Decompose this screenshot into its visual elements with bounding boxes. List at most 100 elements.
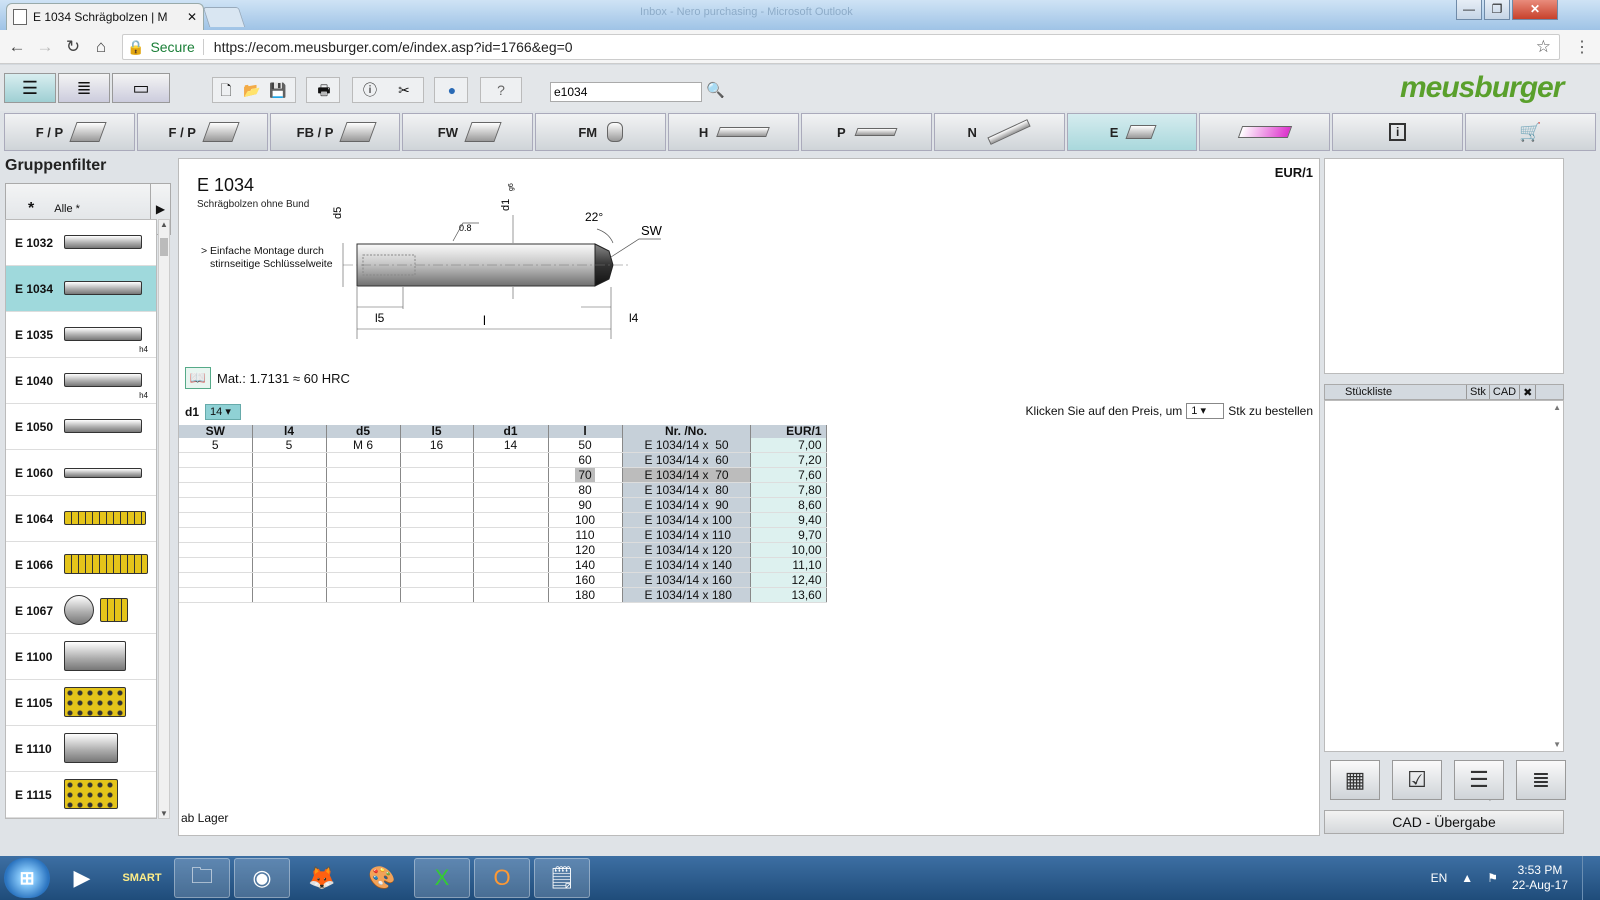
tab-h[interactable]: H (668, 113, 799, 151)
search-input[interactable] (550, 82, 702, 102)
back-icon[interactable]: ← (6, 37, 28, 57)
cell-price[interactable]: 7,60 (750, 467, 827, 484)
list-item[interactable]: E 1050 (6, 404, 156, 450)
language-indicator[interactable]: EN (1431, 871, 1448, 885)
tray-expand-icon[interactable]: ▲ (1461, 871, 1473, 885)
save-icon[interactable]: 💾 (266, 79, 290, 101)
restore-button[interactable]: ❐ (1484, 0, 1510, 20)
chrome-icon[interactable]: ◉ (234, 858, 290, 898)
excel-icon[interactable]: X (414, 858, 470, 898)
outlook-icon[interactable]: O (474, 858, 530, 898)
list-item-selected[interactable]: E 1034 (6, 266, 156, 312)
home-icon[interactable]: ⌂ (90, 37, 112, 57)
firefox-icon[interactable]: 🦊 (294, 858, 350, 898)
reload-icon[interactable]: ↻ (62, 37, 84, 57)
cell-price[interactable]: 7,20 (750, 452, 827, 469)
table-view-icon[interactable]: ▦ (1330, 760, 1380, 800)
paint-icon[interactable]: 🎨 (354, 858, 410, 898)
cell-nr: E 1034/14 x 120 (622, 542, 751, 559)
list-item[interactable]: E 1035 h4 (6, 312, 156, 358)
cell-l4 (252, 497, 327, 514)
help-icon[interactable]: ? (489, 79, 513, 101)
info-document-icon[interactable]: ⓘ (358, 79, 382, 101)
new-tab-button[interactable] (202, 7, 246, 27)
tools-icon[interactable]: ✂ (392, 79, 416, 101)
cell-price[interactable]: 11,10 (750, 557, 827, 574)
tab-info[interactable]: i (1332, 113, 1464, 151)
order-qty-select[interactable]: 1 ▾ (1186, 403, 1225, 419)
d1-select[interactable]: 14 ▾ (205, 404, 242, 420)
search-icon[interactable]: 🔍 (706, 81, 725, 99)
list-item[interactable]: E 1105 (6, 680, 156, 726)
sleeve-thumbnail-icon (64, 554, 148, 574)
tab-p[interactable]: P (800, 113, 932, 151)
list-item[interactable]: E 1032 (6, 220, 156, 266)
cell-price[interactable]: 8,60 (750, 497, 827, 514)
tab-fbp[interactable]: FB / P (269, 113, 401, 151)
list-item[interactable]: E 1040 h4 (6, 358, 156, 404)
tab-fp-1[interactable]: F / P (4, 113, 135, 151)
product-list-scrollbar[interactable]: ▲ ▼ (158, 219, 170, 819)
cell-price[interactable]: 9,40 (750, 512, 827, 529)
list-item[interactable]: E 1067 (6, 588, 156, 634)
tab-accessories[interactable] (1199, 113, 1331, 151)
media-player-icon[interactable]: ▶ (54, 858, 110, 898)
tab-e[interactable]: E (1066, 113, 1198, 151)
tab-fm[interactable]: FM (535, 113, 667, 151)
component-view-icon[interactable]: ▭ (112, 73, 170, 103)
show-desktop-button[interactable] (1582, 856, 1594, 900)
url-bar[interactable]: 🔒 Secure https://ecom.meusburger.com/e/i… (122, 34, 1560, 60)
tab-fw[interactable]: FW (402, 113, 534, 151)
scroll-down-icon[interactable]: ▼ (159, 809, 169, 818)
smart-app-icon[interactable]: SMART (114, 858, 170, 898)
scroll-up-icon[interactable]: ▲ (159, 220, 169, 229)
url-text: https://ecom.meusburger.com/e/index.asp?… (213, 39, 573, 55)
mold-stack-icon[interactable]: ☰ (1454, 760, 1504, 800)
open-folder-icon[interactable]: 📂 (240, 79, 264, 101)
tab-label: F / P (168, 124, 196, 140)
list-item[interactable]: E 1100 (6, 634, 156, 680)
file-explorer-icon[interactable]: 🗀 (174, 858, 230, 898)
checklist-icon[interactable]: ☑ (1392, 760, 1442, 800)
tab-cart[interactable]: 🛒 (1465, 113, 1596, 151)
cell-price[interactable]: 7,80 (750, 482, 827, 499)
stack-view-icon[interactable]: ☰ (4, 73, 56, 103)
new-document-icon[interactable]: 🗋 (214, 79, 238, 101)
browser-menu-icon[interactable]: ⋮ (1574, 37, 1590, 57)
print-icon[interactable]: 🖶 (312, 79, 336, 101)
start-button[interactable]: ⊞ (4, 858, 50, 898)
cell-price[interactable]: 9,70 (750, 527, 827, 544)
exploded-view-icon[interactable]: ≣ (58, 73, 110, 103)
scroll-down-icon[interactable]: ▼ (1553, 740, 1561, 749)
catalog-book-icon[interactable]: 📖 (185, 367, 211, 389)
network-icon[interactable]: ⚑ (1487, 871, 1498, 885)
forward-icon[interactable]: → (34, 37, 56, 57)
list-item[interactable]: E 1110 (6, 726, 156, 772)
mold-export-icon[interactable]: ≣ (1516, 760, 1566, 800)
delete-icon[interactable]: ✖ (1520, 385, 1537, 399)
close-window-button[interactable]: ✕ (1512, 0, 1558, 20)
tab-fp-2[interactable]: F / P (136, 113, 268, 151)
cell-price[interactable]: 10,00 (750, 542, 827, 559)
list-item[interactable]: E 1066 (6, 542, 156, 588)
list-item[interactable]: E 1060 (6, 450, 156, 496)
tab-label: FM (578, 124, 598, 140)
col-l4: l4 (252, 425, 327, 438)
cell-price[interactable]: 7,00 (750, 438, 827, 454)
scroll-up-icon[interactable]: ▲ (1553, 403, 1561, 412)
tab-n[interactable]: N (933, 113, 1065, 151)
cad-transfer-button[interactable]: CAD - Übergabe (1324, 810, 1564, 834)
list-item[interactable]: E 1064 (6, 496, 156, 542)
clock[interactable]: 3:53 PM 22-Aug-17 (1512, 863, 1568, 893)
bookmark-star-icon[interactable]: ☆ (1536, 37, 1551, 57)
list-item[interactable]: E 1115 (6, 772, 156, 818)
minimize-button[interactable]: — (1456, 0, 1482, 20)
notepad-icon[interactable]: 🗒 (534, 858, 590, 898)
browser-tab[interactable]: E 1034 Schrägbolzen | M ✕ (6, 3, 204, 30)
globe-icon[interactable]: ● (440, 79, 464, 101)
tab-close-button[interactable]: ✕ (187, 10, 197, 24)
cell-price[interactable]: 12,40 (750, 572, 827, 589)
cell-price[interactable]: 13,60 (750, 587, 827, 604)
parts-list-header: Stückliste Stk CAD ✖ (1324, 384, 1564, 400)
scrollbar-thumb[interactable] (160, 238, 168, 256)
